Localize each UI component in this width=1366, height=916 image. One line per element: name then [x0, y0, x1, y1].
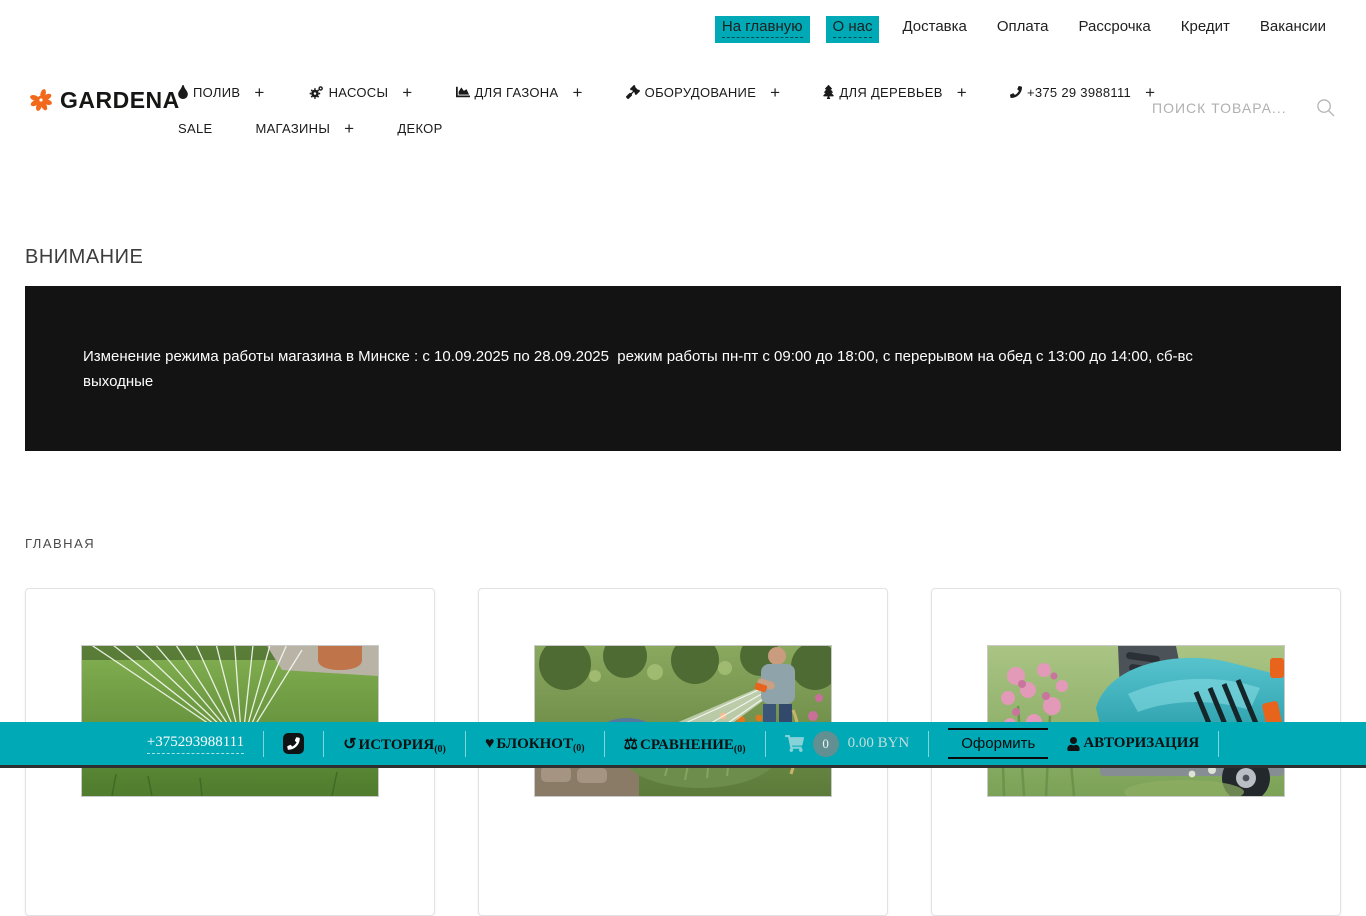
top-nav-about-label: О нас: [833, 18, 873, 38]
top-nav-home[interactable]: На главную: [715, 16, 810, 43]
expand-plus-icon[interactable]: +: [344, 120, 354, 137]
phone-icon: [1010, 86, 1022, 98]
divider: [323, 731, 324, 757]
compare-count: (0): [734, 744, 746, 755]
divider: [465, 731, 466, 757]
divider: [765, 731, 766, 757]
product-image-watering[interactable]: [534, 645, 832, 797]
menu-item-dlya-gazona[interactable]: ДЛЯ ГАЗОНА +: [456, 84, 583, 101]
expand-plus-icon[interactable]: +: [572, 84, 582, 101]
main-menu: ПОЛИВ + НАСОСЫ +: [178, 74, 1155, 146]
expand-plus-icon[interactable]: +: [402, 84, 412, 101]
menu-item-dlya-derevev[interactable]: ДЛЯ ДЕРЕВЬЕВ +: [823, 84, 967, 101]
menu-label: ПОЛИВ: [193, 85, 240, 100]
history-count: (0): [434, 744, 446, 755]
gavel-icon: [626, 85, 640, 99]
top-nav-credit[interactable]: Кредит: [1181, 18, 1230, 35]
breadcrumb: ГЛАВНАЯ: [25, 536, 1341, 551]
menu-label: МАГАЗИНЫ: [255, 121, 330, 136]
menu-label: +375 29 3988111: [1027, 85, 1131, 100]
top-nav-payment[interactable]: Оплата: [997, 18, 1049, 35]
divider: [928, 731, 929, 757]
history-icon: ↺: [343, 734, 356, 754]
cogs-icon: [308, 85, 324, 100]
area-chart-icon: [456, 85, 470, 99]
bottom-bar: +375293988111 ↺ ИСТОРИЯ (0) ♥ БЛОКНОТ (0…: [0, 722, 1366, 765]
top-nav: На главную О нас Доставка Оплата Рассроч…: [722, 18, 1326, 43]
menu-item-oborudovanie[interactable]: ОБОРУДОВАНИЕ +: [626, 84, 781, 101]
search-icon[interactable]: [1316, 98, 1335, 117]
checkout-button[interactable]: Оформить: [948, 728, 1048, 759]
authorization-link[interactable]: АВТОРИЗАЦИЯ: [1067, 735, 1199, 752]
product-image-sprinkler[interactable]: [81, 645, 379, 797]
history-link[interactable]: ↺ ИСТОРИЯ (0): [343, 734, 446, 754]
top-nav-vacancies[interactable]: Вакансии: [1260, 18, 1326, 35]
compare-link[interactable]: ⚖ СРАВНЕНИЕ (0): [624, 734, 746, 754]
menu-label: ДЛЯ ГАЗОНА: [475, 85, 559, 100]
tree-icon: [823, 85, 834, 99]
menu-label: SALE: [178, 121, 212, 136]
menu-item-poliv[interactable]: ПОЛИВ +: [178, 84, 265, 101]
notice-title: ВНИМАНИЕ: [25, 246, 1341, 269]
cart-icon: [785, 735, 804, 752]
notepad-label: БЛОКНОТ: [496, 736, 573, 753]
notice-message: Изменение режима работы магазина в Минск…: [83, 344, 1261, 394]
top-nav-about[interactable]: О нас: [826, 16, 880, 43]
compare-label: СРАВНЕНИЕ: [640, 737, 734, 754]
cart-summary[interactable]: 0 0.00 BYN: [785, 731, 910, 757]
menu-row-1: ПОЛИВ + НАСОСЫ +: [178, 74, 1155, 110]
search-input[interactable]: [1150, 99, 1302, 117]
heart-icon: ♥: [485, 735, 495, 753]
menu-label: НАСОСЫ: [329, 85, 389, 100]
top-nav-installment[interactable]: Рассрочка: [1079, 18, 1151, 35]
cart-count-badge: 0: [813, 731, 839, 757]
logo-text: GARDENA: [60, 87, 180, 114]
menu-item-phone[interactable]: +375 29 3988111 +: [1010, 84, 1155, 101]
expand-plus-icon[interactable]: +: [770, 84, 780, 101]
expand-plus-icon[interactable]: +: [254, 84, 264, 101]
phone-square-icon: [283, 733, 304, 754]
callback-phone-button[interactable]: [283, 733, 304, 754]
menu-item-sale[interactable]: SALE: [178, 121, 212, 136]
top-nav-home-label: На главную: [722, 18, 803, 38]
top-nav-delivery[interactable]: Доставка: [902, 18, 966, 35]
expand-plus-icon[interactable]: +: [957, 84, 967, 101]
notepad-link[interactable]: ♥ БЛОКНОТ (0): [485, 735, 585, 753]
menu-label: ОБОРУДОВАНИЕ: [645, 85, 757, 100]
menu-item-nasosy[interactable]: НАСОСЫ +: [308, 84, 413, 101]
divider: [604, 731, 605, 757]
notepad-count: (0): [573, 743, 585, 754]
divider: [263, 731, 264, 757]
sprinkler-photo: [82, 646, 378, 796]
mower-photo: 32E: [988, 646, 1284, 796]
cart-total: 0.00 BYN: [848, 735, 910, 752]
scales-icon: ⚖: [624, 734, 638, 754]
authorization-label: АВТОРИЗАЦИЯ: [1083, 735, 1199, 752]
gardena-flower-icon: [27, 86, 55, 114]
menu-row-2: SALE МАГАЗИНЫ + ДЕКОР: [178, 110, 1155, 146]
menu-item-dekor[interactable]: ДЕКОР: [397, 121, 442, 136]
history-label: ИСТОРИЯ: [359, 737, 435, 754]
gardena-logo[interactable]: GARDENA: [27, 86, 180, 114]
divider: [1218, 731, 1219, 757]
product-image-mower[interactable]: 32E: [987, 645, 1285, 797]
droplet-icon: [178, 85, 188, 99]
watering-photo: [535, 646, 831, 796]
bottom-phone-link[interactable]: +375293988111: [147, 734, 244, 754]
notice-banner: Изменение режима работы магазина в Минск…: [25, 286, 1341, 451]
user-icon: [1067, 737, 1080, 751]
menu-label: ДЕКОР: [397, 121, 442, 136]
menu-item-magaziny[interactable]: МАГАЗИНЫ +: [255, 120, 354, 137]
search-box: [1150, 98, 1335, 117]
menu-label: ДЛЯ ДЕРЕВЬЕВ: [839, 85, 942, 100]
